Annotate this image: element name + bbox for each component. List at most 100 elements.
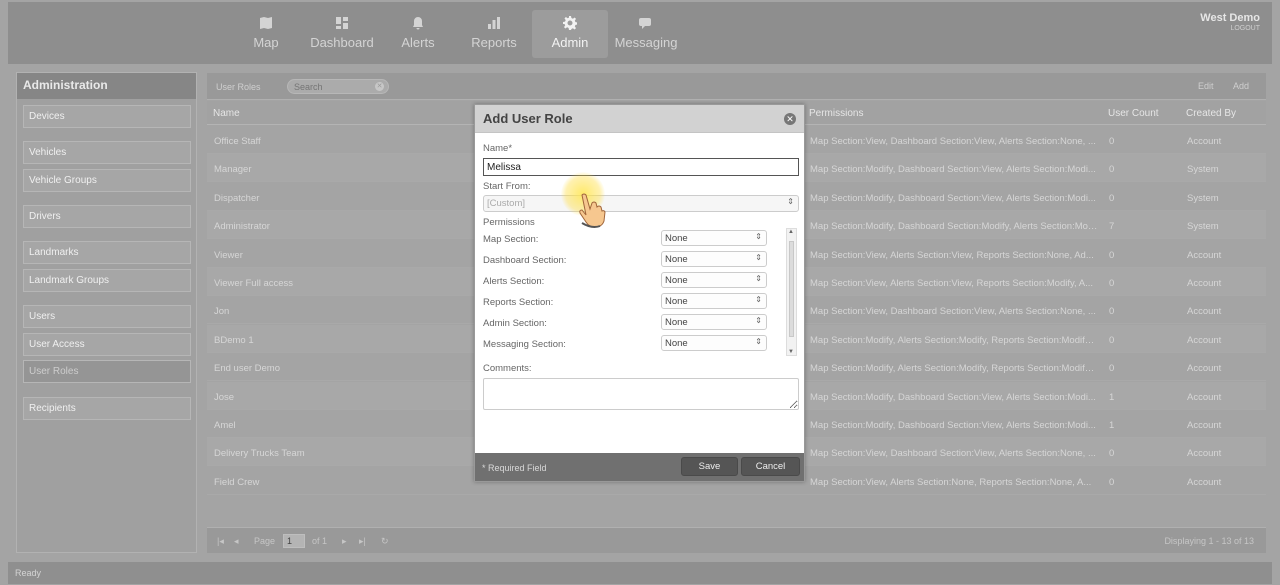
cell-name: Dispatcher — [214, 192, 260, 204]
select-arrows-icon: ⇕ — [755, 295, 762, 304]
cell-created-by: System — [1187, 221, 1219, 233]
start-from-label: Start From: — [483, 181, 531, 192]
dashboard-section-select[interactable]: None ⇕ — [661, 251, 767, 267]
dialog-footer: * Required Field Save Cancel — [475, 453, 804, 481]
messaging-section-select[interactable]: None ⇕ — [661, 335, 767, 351]
nav-admin[interactable]: Admin — [532, 10, 608, 58]
cell-user-count: 1 — [1109, 391, 1115, 403]
clear-search-icon[interactable]: ✕ — [375, 82, 384, 91]
edit-button[interactable]: Edit — [1198, 81, 1214, 91]
role-name-input[interactable] — [483, 158, 799, 176]
sidebar-item-devices[interactable]: Devices — [23, 105, 191, 128]
permission-row-map: Map Section: None ⇕ — [483, 230, 783, 248]
cell-name: Viewer Full access — [214, 278, 294, 289]
cell-created-by: Account — [1187, 420, 1222, 431]
select-arrows-icon: ⇕ — [755, 232, 762, 241]
cell-permissions: Map Section:Modify, Dashboard Section:Mo… — [810, 221, 1098, 233]
name-label: Name* — [483, 143, 513, 154]
cell-name: Amel — [214, 420, 236, 431]
logout-link[interactable]: LOGOUT — [1200, 25, 1260, 32]
chat-icon — [608, 16, 684, 32]
prev-page-icon[interactable]: ◂ — [234, 536, 239, 547]
select-arrows-icon: ⇕ — [755, 253, 762, 262]
cell-permissions: Map Section:Modify, Alerts Section:Modif… — [810, 334, 1098, 346]
bar-chart-icon — [456, 16, 532, 32]
permissions-scrollbar[interactable]: ▲ ▼ — [786, 228, 797, 356]
sidebar-item-recipients[interactable]: Recipients — [23, 397, 191, 420]
cell-created-by: Account — [1187, 476, 1222, 488]
cell-permissions: Map Section:View, Dashboard Section:View… — [810, 306, 1096, 318]
nav-messaging[interactable]: Messaging — [608, 10, 684, 58]
status-bar: Ready — [8, 562, 1272, 584]
column-header-name[interactable]: Name — [213, 108, 240, 119]
select-value: None — [665, 338, 688, 349]
reports-section-select[interactable]: None ⇕ — [661, 293, 767, 309]
page-count-label: of 1 — [312, 536, 328, 546]
cell-name: Field Crew — [214, 476, 260, 488]
nav-alerts[interactable]: Alerts — [380, 10, 456, 58]
select-value: None — [665, 254, 688, 265]
comments-textarea[interactable] — [483, 378, 799, 410]
cell-created-by: Account — [1187, 334, 1222, 346]
alerts-section-select[interactable]: None ⇕ — [661, 272, 767, 288]
add-button[interactable]: Add — [1233, 81, 1249, 91]
hand-cursor-icon — [579, 193, 606, 228]
sidebar-item-users[interactable]: Users — [23, 305, 191, 328]
scroll-up-icon[interactable]: ▲ — [788, 229, 794, 235]
permissions-label: Permissions — [483, 217, 535, 228]
sidebar-item-landmarks[interactable]: Landmarks — [23, 241, 191, 264]
cell-permissions: Map Section:Modify, Dashboard Section:Vi… — [810, 164, 1096, 176]
nav-map[interactable]: Map — [228, 10, 304, 58]
refresh-icon[interactable]: ↻ — [381, 536, 389, 547]
cell-user-count: 0 — [1109, 448, 1115, 460]
account-name: West Demo — [1200, 12, 1260, 24]
column-header-user-count[interactable]: User Count — [1108, 108, 1159, 119]
close-icon[interactable]: ✕ — [784, 113, 796, 125]
next-page-icon[interactable]: ▸ — [342, 536, 347, 547]
cell-user-count: 1 — [1109, 420, 1115, 431]
start-from-select[interactable]: [Custom] ⇕ — [483, 195, 799, 212]
nav-dashboard[interactable]: Dashboard — [304, 10, 380, 58]
sidebar-item-vehicle-groups[interactable]: Vehicle Groups — [23, 169, 191, 192]
nav-label: Alerts — [401, 35, 435, 50]
column-header-created-by[interactable]: Created By — [1186, 108, 1236, 119]
cell-name: Delivery Trucks Team — [214, 448, 305, 460]
first-page-icon[interactable]: |◂ — [217, 536, 224, 547]
cell-created-by: Account — [1187, 136, 1222, 147]
cancel-button[interactable]: Cancel — [741, 457, 800, 476]
scroll-down-icon[interactable]: ▼ — [788, 349, 794, 355]
sidebar-item-user-access[interactable]: User Access — [23, 333, 191, 356]
cell-permissions: Map Section:Modify, Alerts Section:Modif… — [810, 363, 1098, 375]
scroll-thumb[interactable] — [789, 241, 794, 337]
required-field-note: * Required Field — [482, 463, 547, 473]
map-section-select[interactable]: None ⇕ — [661, 230, 767, 246]
select-value: None — [665, 296, 688, 307]
cell-permissions: Map Section:View, Alerts Section:View, R… — [810, 278, 1094, 289]
nav-label: Reports — [471, 35, 517, 50]
dialog-body: Name* Start From: [Custom] ⇕ Permissions… — [475, 133, 804, 454]
map-icon — [228, 16, 304, 32]
last-page-icon[interactable]: ▸| — [359, 536, 366, 547]
cell-permissions: Map Section:View, Alerts Section:None, R… — [810, 476, 1092, 488]
column-header-permissions[interactable]: Permissions — [809, 108, 863, 119]
page-label: Page — [254, 536, 276, 546]
start-from-value: [Custom] — [487, 198, 526, 209]
admin-section-select[interactable]: None ⇕ — [661, 314, 767, 330]
save-button[interactable]: Save — [681, 457, 738, 476]
cell-permissions: Map Section:Modify, Dashboard Section:Vi… — [810, 420, 1096, 431]
sidebar-item-user-roles[interactable]: User Roles — [23, 360, 191, 383]
sidebar-item-landmark-groups[interactable]: Landmark Groups — [23, 269, 191, 292]
permission-row-messaging: Messaging Section: None ⇕ — [483, 335, 783, 353]
gear-icon — [532, 16, 608, 32]
sidebar-item-vehicles[interactable]: Vehicles — [23, 141, 191, 164]
grid-pager: |◂ ◂ Page of 1 ▸ ▸| ↻ Displaying 1 - 13 … — [207, 527, 1266, 553]
grid-toolbar: User Roles ✕ Edit Add — [207, 73, 1266, 100]
cell-user-count: 0 — [1109, 164, 1115, 176]
sidebar-item-drivers[interactable]: Drivers — [23, 205, 191, 228]
nav-reports[interactable]: Reports — [456, 10, 532, 58]
comments-label: Comments: — [483, 363, 532, 374]
permission-row-reports: Reports Section: None ⇕ — [483, 293, 783, 311]
search-input[interactable] — [287, 79, 389, 94]
select-value: None — [665, 317, 688, 328]
page-number-input[interactable] — [283, 534, 305, 548]
